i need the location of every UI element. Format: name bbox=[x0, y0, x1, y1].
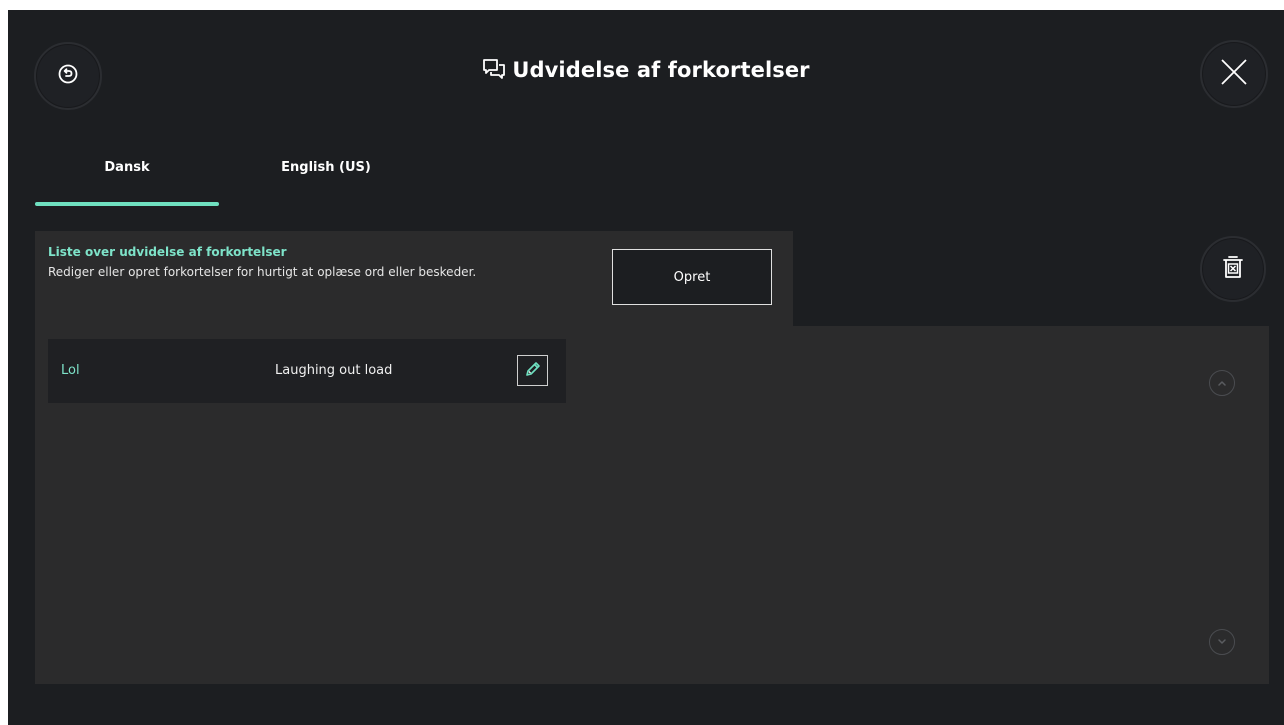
pencil-icon bbox=[523, 359, 543, 383]
chat-bubbles-icon bbox=[482, 58, 506, 85]
close-icon bbox=[1219, 57, 1249, 91]
chevron-up-icon bbox=[1216, 374, 1228, 393]
create-button[interactable]: Opret bbox=[612, 249, 772, 305]
trash-icon bbox=[1221, 254, 1245, 284]
chevron-down-icon bbox=[1216, 633, 1228, 652]
delete-all-button[interactable] bbox=[1200, 236, 1266, 302]
active-tab-indicator bbox=[35, 202, 219, 206]
page-title-text: Udvidelse af forkortelser bbox=[512, 58, 810, 82]
app-window: Udvidelse af forkortelser Dansk English … bbox=[8, 10, 1284, 725]
tab-english-us[interactable]: English (US) bbox=[234, 160, 418, 206]
tab-label: English (US) bbox=[281, 160, 371, 175]
list-title: Liste over udvidelse af forkortelser bbox=[48, 245, 287, 259]
list-header-panel: Liste over udvidelse af forkortelser Red… bbox=[35, 231, 793, 327]
close-button[interactable] bbox=[1200, 40, 1268, 108]
expansion-text: Laughing out load bbox=[275, 363, 393, 378]
abbreviation: Lol bbox=[61, 363, 80, 378]
list-description: Rediger eller opret forkortelser for hur… bbox=[48, 265, 477, 279]
tab-dansk[interactable]: Dansk bbox=[35, 160, 219, 206]
edit-button[interactable] bbox=[517, 355, 548, 386]
page-title: Udvidelse af forkortelser bbox=[8, 58, 1284, 85]
scroll-down-button[interactable] bbox=[1209, 629, 1235, 655]
scroll-up-button[interactable] bbox=[1209, 370, 1235, 396]
list-item: Lol Laughing out load bbox=[48, 339, 566, 403]
tab-label: Dansk bbox=[104, 160, 150, 175]
abbreviation-list: Lol Laughing out load bbox=[35, 326, 1269, 684]
